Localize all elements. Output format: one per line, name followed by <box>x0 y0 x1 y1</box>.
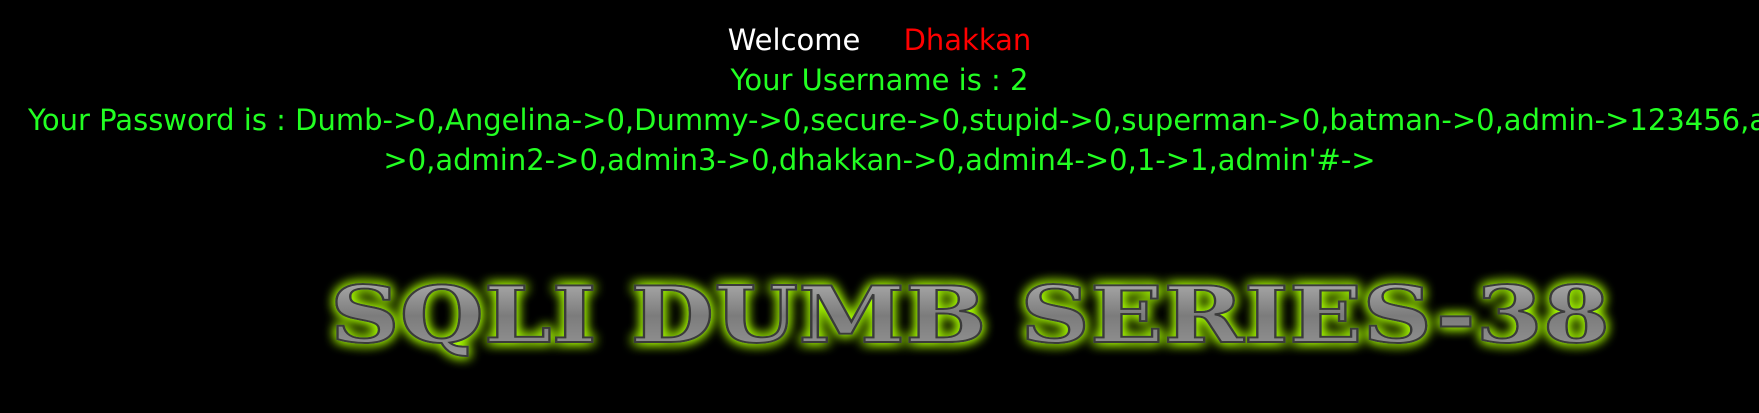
welcome-user-name: Dhakkan <box>903 23 1032 57</box>
page: Welcome Dhakkan Your Username is : 2 You… <box>0 0 1759 413</box>
banner-title-text: SQLI DUMB SERIES-38 <box>330 270 1610 361</box>
series-title-banner: SQLI DUMB SERIES-38 <box>329 269 1611 362</box>
welcome-label: Welcome <box>727 23 861 57</box>
password-result-line-2: >0,admin2->0,admin3->0,dhakkan->0,admin4… <box>383 143 1376 177</box>
password-result-line-1: Your Password is : Dumb->0,Angelina->0,D… <box>28 103 1759 137</box>
username-result: Your Username is : 2 <box>730 63 1029 97</box>
welcome-line: Welcome Dhakkan <box>0 20 1759 60</box>
